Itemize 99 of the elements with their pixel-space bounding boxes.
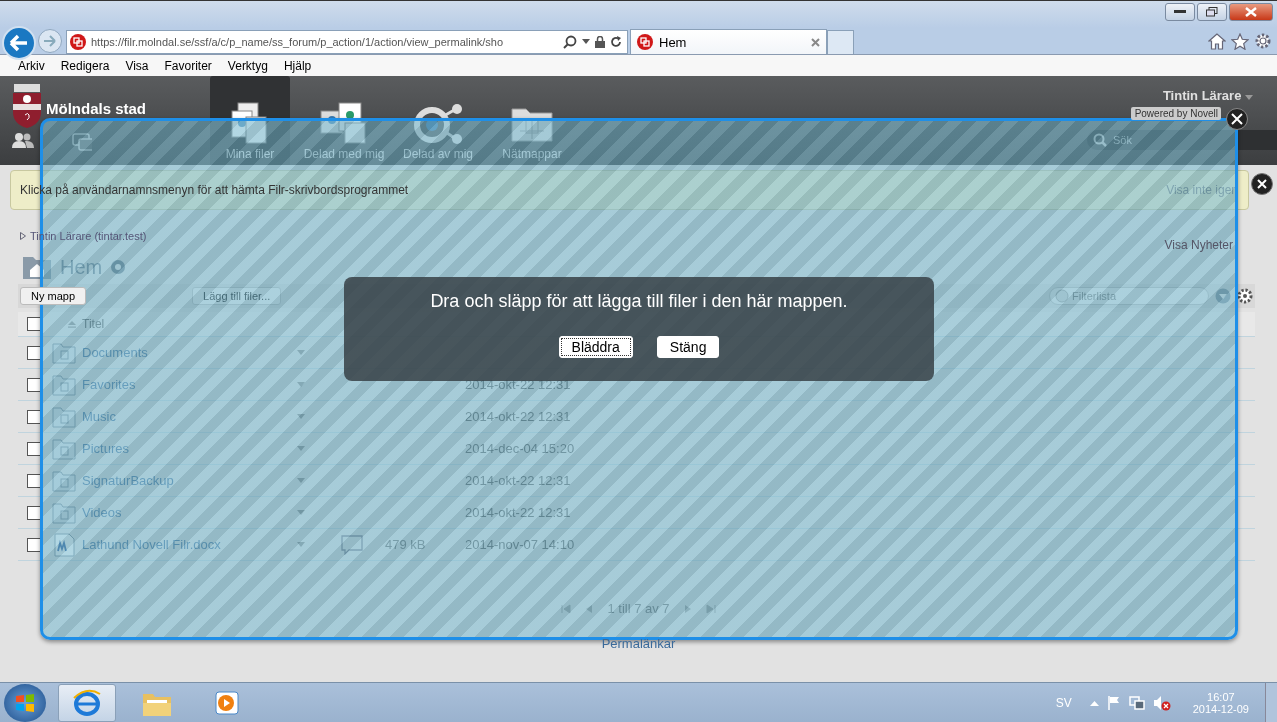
menu-item[interactable]: Hjälp (275, 58, 320, 73)
minimize-button[interactable] (1165, 3, 1195, 21)
search-icon (1093, 133, 1107, 147)
expand-triangle-icon[interactable] (20, 232, 26, 240)
menu-item[interactable]: Favoriter (156, 58, 220, 73)
coat-of-arms-icon (12, 84, 42, 128)
back-arrow-icon (9, 34, 29, 52)
windows-logo-icon (14, 691, 36, 714)
row-checkbox[interactable] (27, 441, 41, 456)
flag-icon[interactable] (1106, 694, 1121, 711)
filter-icon (1055, 289, 1069, 303)
search-icon[interactable] (563, 35, 577, 49)
caret-icon[interactable] (297, 414, 305, 419)
file-name-link[interactable]: Lathund Novell Filr.docx (82, 537, 297, 552)
site-name: Mölndals stad (46, 100, 146, 117)
file-name-link[interactable]: Videos (82, 505, 297, 520)
folder-icon (52, 373, 76, 396)
toolbar-button[interactable]: Ny mapp (20, 287, 87, 305)
browser-icon (72, 687, 102, 718)
user-menu[interactable]: Tintin Lärare (1162, 88, 1253, 103)
taskbar-app[interactable] (58, 683, 116, 722)
restore-button[interactable] (1197, 3, 1227, 21)
close-icon (1245, 7, 1257, 17)
menu-item[interactable]: Verktyg (219, 58, 276, 73)
dialog-button[interactable]: Stäng (656, 336, 720, 358)
folder-icon (52, 341, 76, 364)
row-checkbox[interactable] (27, 377, 41, 392)
row-checkbox[interactable] (27, 537, 41, 552)
close-notice-button[interactable] (1251, 173, 1273, 195)
document-icon (52, 532, 76, 557)
row-checkbox[interactable] (27, 505, 41, 520)
home-icon[interactable] (1208, 33, 1226, 50)
url-text: https://filr.molndal.se/ssf/a/c/p_name/ss_forum/p_action/1/action/view_permalink/sho (91, 36, 505, 48)
back-button[interactable] (2, 26, 36, 60)
muted-speaker-icon[interactable] (1152, 694, 1171, 711)
new-tab-button[interactable] (827, 30, 854, 54)
dialog-button[interactable]: Bläddra (558, 336, 633, 358)
menu-item[interactable]: Visa (117, 58, 157, 73)
file-name-link[interactable]: SignaturBackup (82, 473, 297, 488)
media-player-icon (213, 688, 241, 717)
nav-tab[interactable]: Delad med mig (304, 76, 384, 165)
folder-icon (52, 437, 76, 460)
show-desktop-button[interactable] (1265, 682, 1277, 722)
tab-title: Hem (659, 34, 688, 50)
network-icon[interactable] (1128, 694, 1145, 711)
close-icon (1257, 179, 1267, 189)
settings-icon[interactable] (1237, 288, 1253, 304)
close-button[interactable] (1229, 3, 1273, 21)
close-tab-icon[interactable] (811, 37, 820, 47)
star-icon[interactable] (1231, 33, 1249, 50)
menu-item[interactable]: Redigera (52, 58, 118, 73)
share-icon (412, 101, 464, 145)
nav-tab[interactable]: Nätmappar (492, 76, 572, 165)
chat-icon[interactable] (72, 133, 92, 153)
shared-documents-icon (319, 101, 369, 145)
nav-tab[interactable]: Mina filer (210, 76, 290, 165)
nav-tab[interactable]: Delad av mig (398, 76, 478, 165)
show-hidden-icons[interactable] (1089, 699, 1099, 706)
folder-icon (52, 405, 76, 428)
clock-time[interactable]: 16:07 (1207, 690, 1235, 703)
site-icon (70, 34, 86, 50)
language-indicator[interactable]: SV (1055, 695, 1072, 710)
menu-item[interactable]: Arkiv (10, 58, 53, 73)
permalink-link[interactable]: Permalänkar (601, 636, 676, 651)
clock-date[interactable]: 2014-12-09 (1192, 702, 1249, 715)
file-name-link[interactable]: Documents (82, 345, 297, 360)
nav-label: Delad av mig (403, 147, 473, 161)
browser-tab[interactable]: Hem (630, 29, 827, 54)
forward-arrow-icon (43, 35, 57, 47)
folder-icon (52, 501, 76, 524)
lock-icon (595, 36, 605, 48)
file-name-link[interactable]: Pictures (82, 441, 297, 456)
nav-label: Nätmappar (502, 147, 562, 161)
select-all-checkbox[interactable] (27, 317, 41, 331)
row-checkbox[interactable] (27, 473, 41, 488)
address-bar[interactable]: https://filr.molndal.se/ssf/a/c/p_name/ss_forum/p_action/1/action/view_permalink/sho (66, 30, 628, 54)
restore-icon (1206, 7, 1218, 17)
folder-icon (52, 469, 76, 492)
minimize-icon (1174, 10, 1186, 14)
users-icon[interactable] (12, 132, 34, 148)
powered-by-badge: Powered by Novell (1130, 107, 1221, 120)
nav-label: Mina filer (225, 147, 275, 161)
close-icon (1231, 113, 1243, 125)
dialog-message: Dra och släpp för att lägga till filer i den här mappen. (430, 291, 848, 312)
refresh-icon[interactable] (610, 36, 622, 48)
forward-button[interactable] (38, 29, 62, 53)
start-button[interactable] (4, 683, 46, 722)
file-name-link[interactable]: Favorites (82, 377, 297, 392)
home-folder-icon (22, 254, 52, 280)
dropdown-icon[interactable] (582, 39, 590, 45)
file-name-link[interactable]: Music (82, 409, 297, 424)
settings-icon[interactable] (1254, 32, 1272, 50)
row-checkbox[interactable] (27, 409, 41, 424)
news-link[interactable]: Visa Nyheter (1164, 238, 1233, 252)
row-checkbox[interactable] (27, 345, 41, 360)
site-icon (637, 34, 653, 50)
caret-icon (1245, 95, 1253, 100)
nav-label: Delad med mig (303, 147, 385, 161)
toolbar-button[interactable]: Lägg till filer... (192, 287, 282, 305)
